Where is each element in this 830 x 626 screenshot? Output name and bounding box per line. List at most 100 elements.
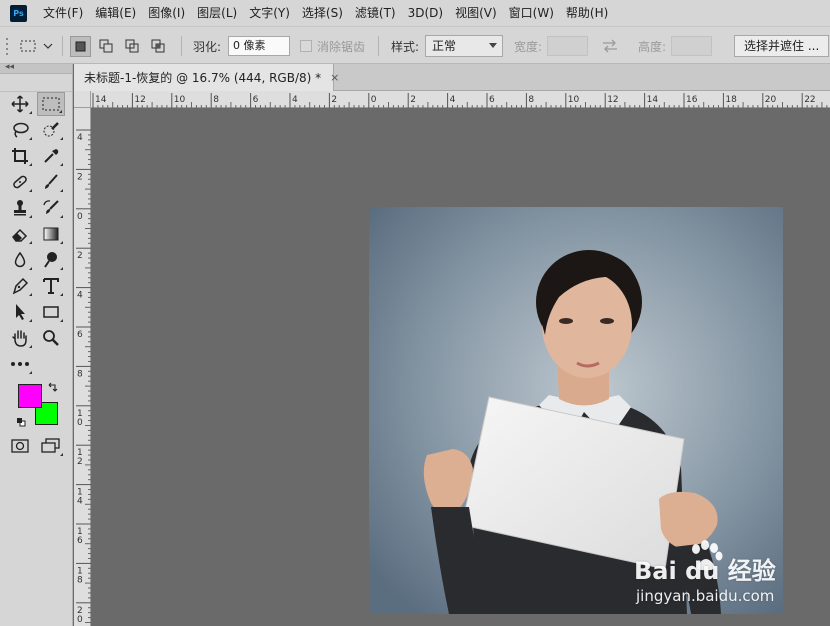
clone-stamp-tool[interactable] bbox=[6, 196, 34, 220]
tools-panel-header[interactable]: ◂◂ bbox=[0, 62, 72, 74]
foreground-color-swatch[interactable] bbox=[18, 384, 42, 408]
ruler-label: 14 bbox=[95, 95, 107, 105]
ruler-label: 12 bbox=[607, 95, 618, 105]
crop-tool[interactable] bbox=[6, 144, 34, 168]
checkbox-icon bbox=[300, 40, 312, 52]
lasso-tool[interactable] bbox=[6, 118, 34, 142]
rectangular-marquee-tool[interactable] bbox=[37, 92, 65, 116]
rectangle-tool[interactable] bbox=[37, 300, 65, 324]
menu-view[interactable]: 视图(V) bbox=[449, 0, 503, 26]
menu-filter[interactable]: 滤镜(T) bbox=[349, 0, 402, 26]
document-tab-title: 未标题-1-恢复的 @ 16.7% (444, RGB/8) * bbox=[84, 71, 322, 85]
gradient-icon bbox=[43, 227, 59, 241]
quick-selection-tool[interactable] bbox=[37, 118, 65, 142]
ruler-label: 2 bbox=[410, 95, 416, 105]
ruler-label: 4 bbox=[450, 95, 456, 105]
watermark-url: jingyan.baidu.com bbox=[636, 587, 775, 605]
default-colors-button[interactable] bbox=[16, 416, 26, 430]
menu-window[interactable]: 窗口(W) bbox=[503, 0, 560, 26]
screen-mode-button[interactable] bbox=[37, 434, 65, 458]
subtract-from-selection-button[interactable] bbox=[122, 36, 143, 57]
add-to-selection-button[interactable] bbox=[96, 36, 117, 57]
width-input[interactable] bbox=[547, 36, 588, 56]
rectangular-marquee-preset-icon bbox=[20, 40, 53, 52]
brush-tool[interactable] bbox=[37, 170, 65, 194]
pen-tool[interactable] bbox=[6, 274, 34, 298]
add-to-selection-icon bbox=[99, 39, 113, 52]
hand-tool[interactable] bbox=[6, 326, 34, 350]
ruler-label: 8 bbox=[77, 575, 83, 585]
menu-file[interactable]: 文件(F) bbox=[37, 0, 89, 26]
swap-colors-icon bbox=[48, 382, 58, 392]
screen-mode-icon bbox=[41, 438, 60, 453]
eraser-tool[interactable] bbox=[6, 222, 34, 246]
history-brush-icon bbox=[43, 200, 59, 214]
horizontal-ruler-ticks: 14 12 10 8 6 4 2 0 2 4 6 8 10 12 14 16 18 20 22 bbox=[92, 93, 828, 108]
ruler-label: 10 bbox=[174, 95, 186, 105]
hand-icon bbox=[12, 330, 27, 347]
feather-label: 羽化: bbox=[193, 39, 222, 54]
ruler-label: 4 bbox=[77, 291, 83, 301]
antialias-checkbox[interactable]: 消除锯齿 bbox=[300, 27, 365, 65]
ruler-origin[interactable] bbox=[74, 91, 91, 108]
menu-bar: Ps 文件(F) 编辑(E) 图像(I) 图层(L) 文字(Y) 选择(S) 滤… bbox=[0, 0, 830, 26]
menu-type[interactable]: 文字(Y) bbox=[243, 0, 296, 26]
subtract-selection-icon bbox=[125, 39, 139, 52]
menu-3d[interactable]: 3D(D) bbox=[402, 0, 449, 26]
swap-width-height-button[interactable] bbox=[601, 27, 619, 65]
ruler-label: 4 bbox=[77, 497, 83, 507]
menu-image[interactable]: 图像(I) bbox=[142, 0, 191, 26]
height-label: 高度: bbox=[638, 39, 667, 54]
quick-selection-icon bbox=[43, 122, 59, 137]
tool-preset-picker[interactable] bbox=[18, 27, 54, 65]
path-selection-tool[interactable] bbox=[6, 300, 34, 324]
vertical-ruler[interactable]: 4202468101214161820 bbox=[74, 108, 91, 626]
style-select[interactable]: 正常 bbox=[425, 35, 503, 57]
watermark-logo-text: Bai du 经验 bbox=[634, 557, 776, 585]
ruler-label: 2 bbox=[77, 172, 83, 182]
grip-icon bbox=[6, 38, 8, 55]
menu-help[interactable]: 帮助(H) bbox=[560, 0, 614, 26]
height-input[interactable] bbox=[671, 36, 712, 56]
menu-layer[interactable]: 图层(L) bbox=[191, 0, 243, 26]
edit-toolbar-button[interactable] bbox=[6, 352, 34, 376]
healing-brush-tool[interactable] bbox=[6, 170, 34, 194]
eyedropper-tool[interactable] bbox=[37, 144, 65, 168]
swap-colors-button[interactable] bbox=[47, 382, 59, 397]
new-selection-icon bbox=[75, 41, 86, 51]
antialias-label: 消除锯齿 bbox=[317, 39, 366, 54]
type-tool[interactable] bbox=[37, 274, 65, 298]
select-and-mask-button[interactable]: 选择并遮住 ... bbox=[734, 35, 830, 57]
close-icon[interactable]: × bbox=[330, 71, 339, 84]
move-tool[interactable] bbox=[6, 92, 34, 116]
feather-input[interactable]: 0 像素 bbox=[228, 36, 290, 56]
collapse-icon: ◂◂ bbox=[5, 62, 15, 72]
vertical-ruler-ticks: 4202468101214161820 bbox=[76, 129, 91, 625]
ruler-label: 0 bbox=[77, 212, 83, 222]
history-brush-tool[interactable] bbox=[37, 196, 65, 220]
zoom-tool[interactable] bbox=[37, 326, 65, 350]
move-icon bbox=[11, 95, 29, 113]
chevron-down-icon bbox=[489, 43, 497, 48]
intersect-selection-button[interactable] bbox=[148, 36, 169, 57]
ruler-label: 16 bbox=[686, 95, 698, 105]
quick-mask-icon bbox=[11, 439, 29, 453]
ruler-label: 18 bbox=[725, 95, 737, 105]
blur-tool[interactable] bbox=[6, 248, 34, 272]
tools-panel-grip[interactable] bbox=[0, 74, 72, 92]
more-dots-icon bbox=[11, 362, 29, 366]
quick-mask-button[interactable] bbox=[6, 434, 34, 458]
gradient-tool[interactable] bbox=[37, 222, 65, 246]
new-selection-button[interactable] bbox=[70, 35, 91, 57]
menu-select[interactable]: 选择(S) bbox=[296, 0, 349, 26]
magnifier-icon bbox=[43, 330, 59, 346]
document-tab[interactable]: 未标题-1-恢复的 @ 16.7% (444, RGB/8) * × bbox=[74, 64, 339, 91]
photoshop-app-icon[interactable]: Ps bbox=[10, 4, 27, 22]
ruler-label: 0 bbox=[77, 615, 83, 625]
menu-edit[interactable]: 编辑(E) bbox=[89, 0, 142, 26]
ruler-label: 14 bbox=[647, 95, 659, 105]
horizontal-ruler[interactable]: 14 12 10 8 6 4 2 0 2 4 6 8 10 12 14 16 18 20 22 bbox=[91, 91, 830, 108]
dodge-tool[interactable] bbox=[37, 248, 65, 272]
document-tab-bar: 未标题-1-恢复的 @ 16.7% (444, RGB/8) * × bbox=[74, 64, 830, 91]
ruler-label: 2 bbox=[77, 457, 83, 467]
